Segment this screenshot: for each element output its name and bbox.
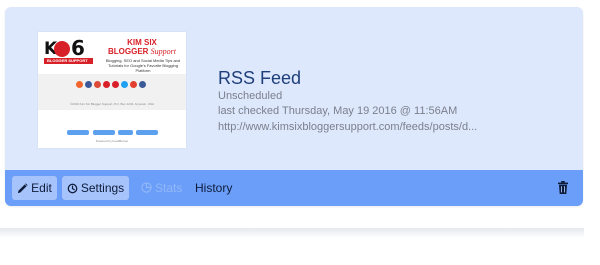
nav-pill <box>118 130 133 135</box>
history-link[interactable]: History <box>195 181 232 195</box>
site-tagline: Blogging, SEO and Social Media Tips and … <box>105 58 181 73</box>
logo-number-6: 6 <box>71 36 85 60</box>
feed-last-checked: last checked Thursday, May 19 2016 @ 11:… <box>218 105 458 117</box>
social-dot <box>76 81 83 88</box>
site-footer-text: ©2016 Kim Six Blogger Support, P.O. Box … <box>69 102 155 106</box>
settings-button[interactable]: Settings <box>62 176 129 200</box>
logo-red-circle <box>54 41 70 57</box>
site-heading: KIM SIX BLOGGER Support <box>102 38 182 56</box>
logo-bar-text: BLOGGER SUPPORT <box>47 58 88 63</box>
nav-pill <box>136 130 158 135</box>
chart-icon <box>141 182 152 193</box>
pencil-icon <box>18 182 28 193</box>
site-powered-by: Powered by FeedBurner <box>95 139 129 143</box>
social-dot <box>85 81 92 88</box>
settings-label: Settings <box>80 181 125 195</box>
stats-label: Stats <box>155 181 183 195</box>
nav-pill <box>67 130 89 135</box>
site-heading-line1: KIM SIX <box>127 38 157 47</box>
panel-shadow <box>0 228 584 238</box>
site-heading-script: Support <box>150 47 177 56</box>
gear-icon <box>67 183 78 193</box>
feed-thumbnail[interactable]: K 6 BLOGGER SUPPORT KIM SIX BLOGGER Supp… <box>38 32 186 148</box>
social-dot <box>103 81 110 88</box>
social-dot <box>130 81 137 88</box>
site-heading-line2: BLOGGER Support <box>102 47 182 56</box>
site-nav-pills <box>38 130 186 136</box>
edit-label: Edit <box>31 181 52 195</box>
stats-link[interactable]: Stats <box>141 181 182 195</box>
feed-status: Unscheduled <box>218 90 283 102</box>
site-logo: K 6 BLOGGER SUPPORT <box>44 36 93 64</box>
social-dot <box>139 81 146 88</box>
feed-toolbar: Edit Settings Stats History <box>5 170 583 206</box>
trash-icon[interactable] <box>558 181 568 194</box>
social-dot <box>112 81 119 88</box>
site-heading-blogger: BLOGGER <box>107 47 149 56</box>
feed-url[interactable]: http://www.kimsixbloggersupport.com/feed… <box>218 120 477 134</box>
feed-title[interactable]: RSS Feed <box>218 67 301 89</box>
edit-button[interactable]: Edit <box>12 176 57 200</box>
social-dot <box>121 81 128 88</box>
social-dot <box>94 81 101 88</box>
feed-card: K 6 BLOGGER SUPPORT KIM SIX BLOGGER Supp… <box>5 7 583 206</box>
nav-pill <box>93 130 115 135</box>
